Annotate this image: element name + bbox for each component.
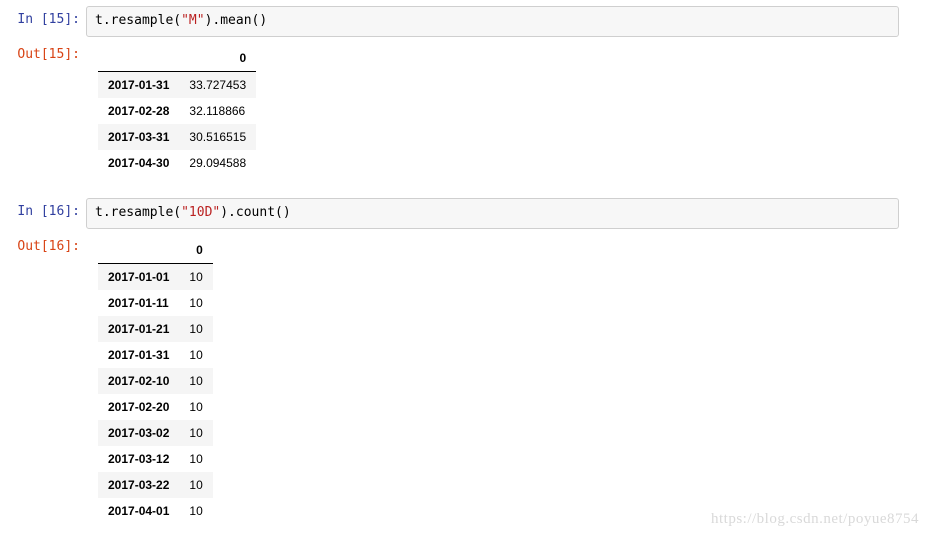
table-row: 2017-04-3029.094588 (98, 150, 256, 176)
input-cell-15: In [15]: t.resample("M").mean() (0, 4, 935, 39)
code-line: t.resample("10D").count() (95, 205, 291, 220)
table-row: 2017-02-1010 (98, 368, 213, 394)
col-header: 0 (179, 45, 256, 72)
table-row: 2017-02-2010 (98, 394, 213, 420)
table-row: 2017-03-0210 (98, 420, 213, 446)
code-input-16[interactable]: t.resample("10D").count() (86, 198, 899, 229)
table-row: 2017-01-3110 (98, 342, 213, 368)
col-header: 0 (179, 237, 212, 264)
input-prompt-16: In [16]: (8, 198, 86, 221)
output-prompt-16: Out[16]: (8, 233, 86, 256)
dataframe-table-15: 0 2017-01-3133.727453 2017-02-2832.11886… (98, 45, 256, 176)
input-prompt-15: In [15]: (8, 6, 86, 29)
table-body-15: 2017-01-3133.727453 2017-02-2832.118866 … (98, 71, 256, 176)
output-area-16: 0 2017-01-0110 2017-01-1110 2017-01-2110… (86, 233, 927, 534)
table-row: 2017-04-0110 (98, 498, 213, 524)
index-header (98, 45, 179, 72)
output-cell-16: Out[16]: 0 2017-01-0110 2017-01-1110 201… (0, 231, 935, 536)
output-area-15: 0 2017-01-3133.727453 2017-02-2832.11886… (86, 41, 927, 186)
output-prompt-15: Out[15]: (8, 41, 86, 64)
index-header (98, 237, 179, 264)
code-input-15[interactable]: t.resample("M").mean() (86, 6, 899, 37)
table-row: 2017-03-2210 (98, 472, 213, 498)
table-row: 2017-02-2832.118866 (98, 98, 256, 124)
table-row: 2017-01-1110 (98, 290, 213, 316)
dataframe-table-16: 0 2017-01-0110 2017-01-1110 2017-01-2110… (98, 237, 213, 524)
input-cell-16: In [16]: t.resample("10D").count() (0, 196, 935, 231)
table-row: 2017-01-0110 (98, 263, 213, 290)
code-line: t.resample("M").mean() (95, 13, 267, 28)
table-row: 2017-03-3130.516515 (98, 124, 256, 150)
output-cell-15: Out[15]: 0 2017-01-3133.727453 2017-02-2… (0, 39, 935, 188)
table-body-16: 2017-01-0110 2017-01-1110 2017-01-2110 2… (98, 263, 213, 524)
table-row: 2017-01-3133.727453 (98, 71, 256, 98)
table-row: 2017-01-2110 (98, 316, 213, 342)
table-row: 2017-03-1210 (98, 446, 213, 472)
